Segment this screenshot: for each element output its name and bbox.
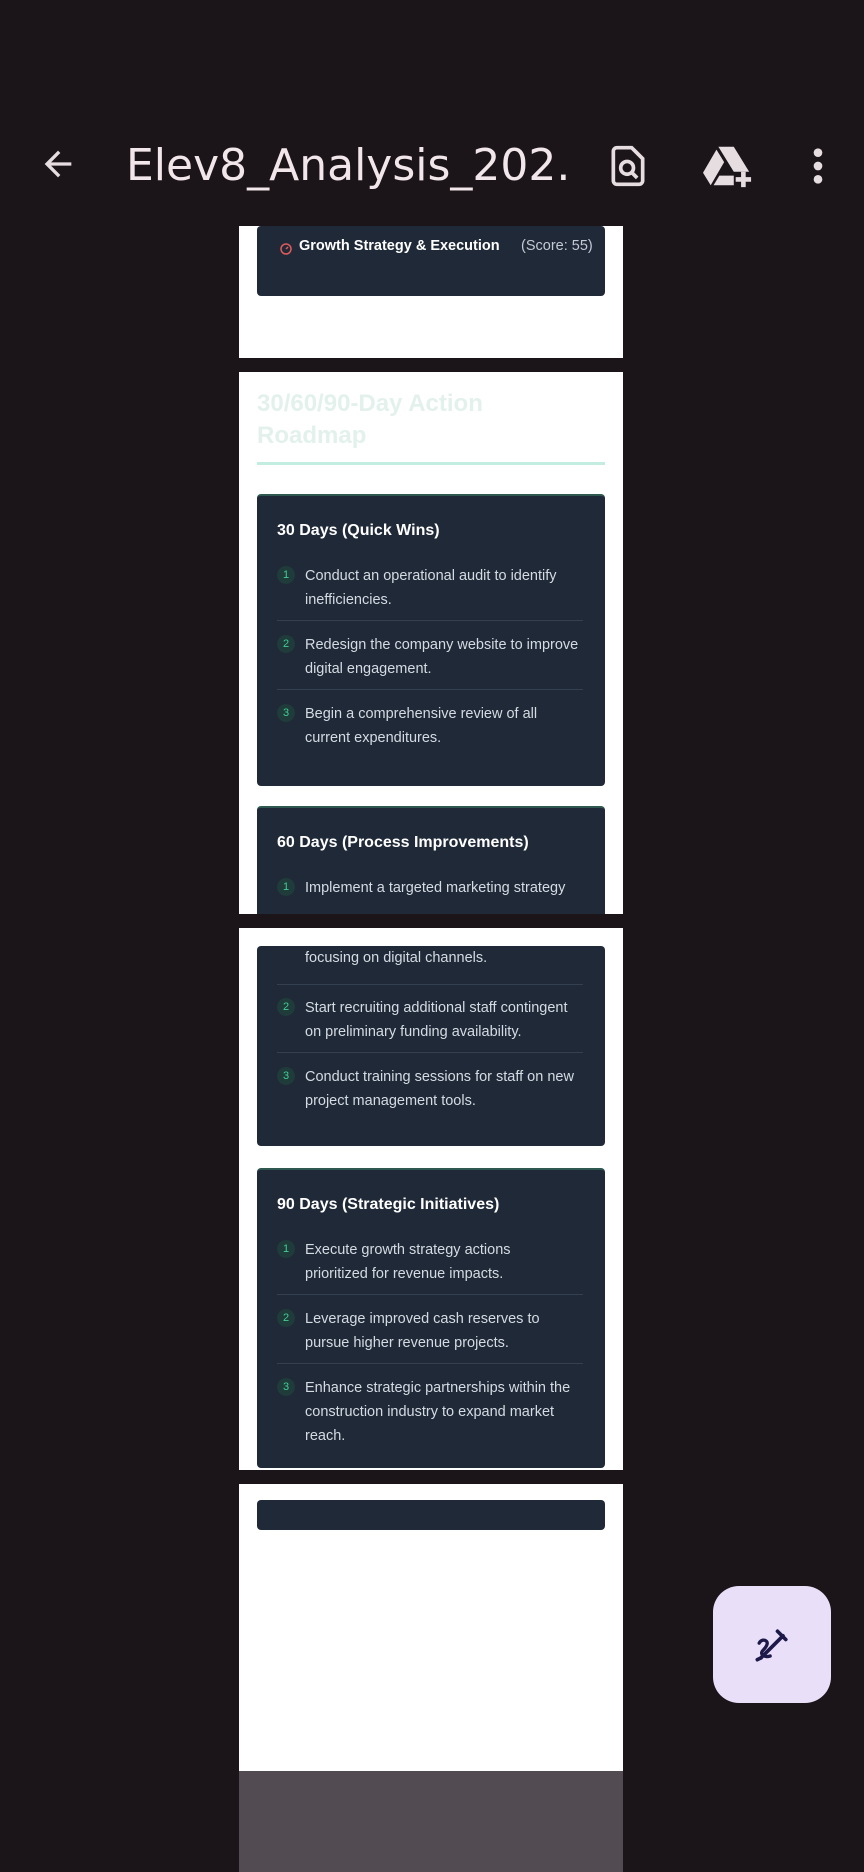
item-text: Conduct training sessions for staff on n… bbox=[305, 1065, 585, 1113]
item-divider bbox=[277, 620, 583, 621]
item-text-line: Redesign the company website to improve bbox=[305, 637, 579, 653]
item-number: 1 bbox=[277, 566, 295, 584]
item-divider bbox=[277, 1052, 583, 1053]
item-divider bbox=[277, 689, 583, 690]
item-text: Begin a comprehensive review of all curr… bbox=[305, 702, 585, 750]
roadmap-card-60: 60 Days (Process Improvements) 1 Impleme… bbox=[257, 806, 605, 914]
item-text: Conduct an operational audit to identify… bbox=[305, 564, 585, 612]
item-text-line: reach. bbox=[305, 1428, 346, 1444]
item-text-line: Implement a targeted marketing strategy bbox=[305, 880, 566, 896]
pdf-page-2: 30/60/90-Day Action Roadmap 30 Days (Qui… bbox=[239, 372, 623, 914]
app-bar: Elev8_Analysis_202... bbox=[0, 0, 864, 226]
category-score: (Score: 55) bbox=[521, 238, 593, 254]
item-number: 2 bbox=[277, 635, 295, 653]
item-text: Execute growth strategy actions prioriti… bbox=[305, 1238, 585, 1286]
item-text: Start recruiting additional staff contin… bbox=[305, 996, 585, 1044]
item-text-line: Conduct training sessions for staff on n… bbox=[305, 1069, 574, 1085]
pdf-page-4 bbox=[239, 1484, 623, 1772]
find-in-page-icon bbox=[611, 145, 645, 187]
item-number: 3 bbox=[277, 1378, 295, 1396]
item-text-line: pursue higher revenue projects. bbox=[305, 1335, 509, 1351]
back-button[interactable] bbox=[30, 136, 86, 192]
item-number: 1 bbox=[277, 1240, 295, 1258]
item-number: 3 bbox=[277, 1067, 295, 1085]
document-title: Elev8_Analysis_202... bbox=[126, 140, 566, 191]
item-text-line: Leverage improved cash reserves to bbox=[305, 1311, 540, 1327]
arrow-back-icon bbox=[44, 150, 72, 178]
card-title: 30 Days (Quick Wins) bbox=[277, 522, 440, 539]
item-text: Redesign the company website to improve … bbox=[305, 633, 585, 681]
roadmap-card-90: 90 Days (Strategic Initiatives) 1 Execut… bbox=[257, 1168, 605, 1468]
item-text-line: current expenditures. bbox=[305, 730, 442, 746]
roadmap-card-30: 30 Days (Quick Wins) 1 Conduct an operat… bbox=[257, 494, 605, 786]
card-title: 90 Days (Strategic Initiatives) bbox=[277, 1196, 500, 1213]
card-title: 60 Days (Process Improvements) bbox=[277, 834, 529, 851]
item-text-line: inefficiencies. bbox=[305, 592, 392, 608]
item-text-line: on preliminary funding availability. bbox=[305, 1024, 522, 1040]
section-heading-line2: Roadmap bbox=[257, 422, 367, 449]
item-number: 3 bbox=[277, 704, 295, 722]
gauge-icon bbox=[280, 243, 292, 255]
item-text-line: prioritized for revenue impacts. bbox=[305, 1266, 504, 1282]
item-text-line: Start recruiting additional staff contin… bbox=[305, 1000, 568, 1016]
pdf-page-1: Growth Strategy & Execution (Score: 55) bbox=[239, 226, 623, 358]
item-text-line: Execute growth strategy actions bbox=[305, 1242, 511, 1258]
item-text: Leverage improved cash reserves to pursu… bbox=[305, 1307, 585, 1355]
item-number: 2 bbox=[277, 998, 295, 1016]
section-heading-line1: 30/60/90-Day Action bbox=[257, 390, 483, 417]
section-heading: 30/60/90-Day Action Roadmap bbox=[257, 388, 483, 452]
item-text-line: Enhance strategic partnerships within th… bbox=[305, 1380, 571, 1396]
item-text-line: construction industry to expand market bbox=[305, 1404, 555, 1420]
find-in-page-button[interactable] bbox=[600, 138, 656, 194]
item-divider bbox=[277, 984, 583, 985]
card-remainder bbox=[257, 1500, 605, 1530]
heading-underline bbox=[257, 462, 605, 465]
item-text-line: focusing on digital channels. bbox=[305, 950, 488, 966]
pdf-page-3: focusing on digital channels. 2 Start re… bbox=[239, 928, 623, 1470]
item-divider bbox=[277, 1294, 583, 1295]
item-text: Enhance strategic partnerships within th… bbox=[305, 1376, 585, 1448]
edit-fab-button[interactable] bbox=[713, 1586, 831, 1703]
more-vert-icon bbox=[813, 148, 823, 184]
category-label: Growth Strategy & Execution bbox=[299, 238, 500, 254]
item-text-line: Conduct an operational audit to identify bbox=[305, 568, 557, 584]
edit-pen-icon bbox=[755, 1628, 788, 1661]
item-number: 2 bbox=[277, 1309, 295, 1327]
category-card: Growth Strategy & Execution (Score: 55) bbox=[257, 226, 605, 296]
item-number: 1 bbox=[277, 878, 295, 896]
drive-add-icon bbox=[703, 146, 752, 188]
item-text-line: project management tools. bbox=[305, 1093, 476, 1109]
item-text-line: digital engagement. bbox=[305, 661, 432, 677]
item-text-line: Begin a comprehensive review of all bbox=[305, 706, 538, 722]
page-bottom-placeholder bbox=[239, 1771, 623, 1872]
add-to-drive-button[interactable] bbox=[700, 138, 756, 194]
item-divider bbox=[277, 1363, 583, 1364]
roadmap-card-60-continued: focusing on digital channels. 2 Start re… bbox=[257, 946, 605, 1146]
more-options-button[interactable] bbox=[790, 138, 846, 194]
item-text: Implement a targeted marketing strategy bbox=[305, 876, 585, 900]
